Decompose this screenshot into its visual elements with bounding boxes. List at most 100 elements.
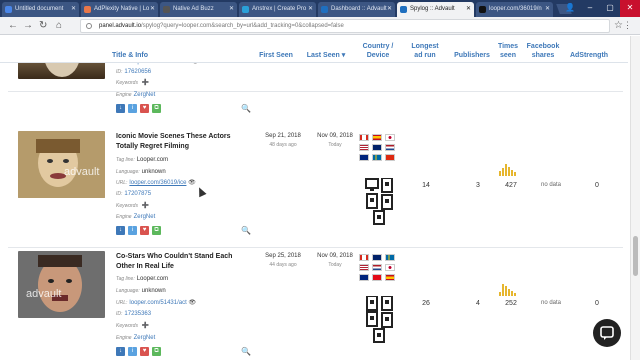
- id-label: ID:: [116, 69, 123, 75]
- longest-ad-run: 14: [422, 182, 430, 189]
- header-longest-ad-run[interactable]: Longest ad run: [407, 42, 443, 60]
- engine-value: ZergNet: [133, 214, 156, 220]
- engine-label: Engine: [116, 92, 132, 98]
- minimize-button[interactable]: –: [580, 0, 600, 17]
- ad-thumbnail-image: advault: [18, 131, 105, 198]
- ad-thumbnail[interactable]: advault: [18, 251, 105, 318]
- chat-icon: [600, 326, 614, 340]
- flag-australia-icon: [359, 274, 369, 281]
- site-info-icon[interactable]: [86, 23, 92, 29]
- country-flags: [359, 254, 399, 281]
- eye-icon[interactable]: 👁: [188, 300, 196, 306]
- last-seen-date: Nov 09, 2018: [317, 133, 353, 139]
- tab-native-ad-buzz[interactable]: Native Ad Buzz ✕: [160, 2, 237, 17]
- watermark-text: advault: [26, 288, 61, 300]
- add-circle-icon[interactable]: ➕: [142, 80, 149, 86]
- tab-close-icon[interactable]: ✕: [466, 2, 471, 17]
- ad-thumbnail-image: advault: [18, 251, 105, 318]
- copy-icon[interactable]: ⧉: [152, 226, 161, 235]
- tab-spylog-advault[interactable]: Spylog :: Advault ✕: [397, 2, 474, 17]
- zoom-icon[interactable]: 🔍: [241, 226, 251, 235]
- user-icon[interactable]: 👤: [560, 0, 580, 17]
- download-icon[interactable]: ↓: [116, 104, 125, 113]
- header-country-device[interactable]: Country / Device: [358, 42, 398, 60]
- ad-id-link[interactable]: 17235363: [124, 311, 151, 317]
- last-seen-cell: Nov 09, 2018 Today: [310, 252, 360, 270]
- tab-adplexity[interactable]: AdPlexity Native | Lo ✕: [81, 2, 158, 17]
- ad-url-link[interactable]: looper.com/51431/act: [129, 300, 186, 306]
- adplexity-icon: [84, 6, 91, 13]
- first-seen-cell: Sep 21, 2018 48 days ago: [258, 132, 308, 150]
- tab-untitled-document[interactable]: Untitled document ✕: [2, 2, 79, 17]
- header-adstrength[interactable]: AdStrength: [566, 51, 612, 60]
- header-last-seen-label: Last Seen: [306, 52, 340, 59]
- favorite-heart-icon[interactable]: ♥: [140, 226, 149, 235]
- tab-close-icon[interactable]: ✕: [545, 2, 550, 17]
- copy-icon[interactable]: ⧉: [152, 347, 161, 356]
- row-actions: ↓ i ♥ ⧉: [116, 347, 161, 356]
- header-title-info[interactable]: Title & Info: [112, 51, 148, 60]
- page-scrollbar[interactable]: [630, 36, 640, 360]
- add-circle-icon[interactable]: ➕: [142, 203, 149, 209]
- id-label: ID:: [116, 311, 123, 317]
- tab-looper[interactable]: looper.com/36019/n ✕: [476, 2, 553, 17]
- tab-close-icon[interactable]: ✕: [387, 2, 392, 17]
- back-arrow-icon[interactable]: ←: [8, 20, 18, 32]
- device-icons: [366, 296, 393, 343]
- info-icon[interactable]: i: [128, 104, 137, 113]
- header-facebook-shares[interactable]: Facebook shares: [522, 42, 564, 60]
- last-seen-date: Nov 09, 2018: [317, 253, 353, 259]
- tab-dashboard-advault[interactable]: Dashboard :: Advault ✕: [318, 2, 395, 17]
- zoom-icon[interactable]: 🔍: [241, 347, 251, 356]
- header-last-seen[interactable]: Last Seen ▾: [304, 51, 348, 60]
- flag-australia-icon: [359, 154, 369, 161]
- ad-thumbnail[interactable]: advault: [18, 131, 105, 198]
- header-publishers[interactable]: Publishers: [450, 51, 494, 60]
- flag-netherlands-icon: [372, 264, 382, 271]
- close-window-button[interactable]: ✕: [620, 0, 640, 17]
- row-actions: ↓ i ♥ ⧉: [116, 104, 161, 113]
- adstrength-value: 0: [595, 182, 599, 189]
- forward-arrow-icon[interactable]: →: [23, 20, 33, 32]
- favorite-heart-icon[interactable]: ♥: [140, 347, 149, 356]
- url-label: URL:: [116, 180, 128, 186]
- ad-id-link[interactable]: 17207875: [124, 191, 151, 197]
- header-times-seen[interactable]: Times seen: [494, 42, 522, 60]
- copy-icon[interactable]: ⧉: [152, 104, 161, 113]
- address-bar[interactable]: panel.advault.io/spylog?query=looper.com…: [80, 19, 610, 33]
- tab-close-icon[interactable]: ✕: [229, 2, 234, 17]
- info-icon[interactable]: i: [128, 226, 137, 235]
- info-icon[interactable]: i: [128, 347, 137, 356]
- zoom-icon[interactable]: 🔍: [241, 104, 251, 113]
- tab-close-icon[interactable]: ✕: [71, 2, 76, 17]
- eye-icon[interactable]: 👁: [188, 180, 196, 186]
- chat-button[interactable]: [593, 319, 621, 347]
- scrollbar-thumb[interactable]: [633, 236, 638, 276]
- language-label: Language:: [116, 169, 140, 175]
- language-line: Language: unknown: [116, 287, 166, 295]
- tab-anstrex[interactable]: Anstrex | Create Pro ✕: [239, 2, 316, 17]
- publishers-count: 4: [476, 300, 480, 307]
- ad-url-link[interactable]: looper.com/36019/ice: [129, 180, 186, 186]
- bookmark-star-icon[interactable]: ☆: [614, 20, 623, 32]
- adstrength-value: 0: [595, 300, 599, 307]
- download-icon[interactable]: ↓: [116, 347, 125, 356]
- tab-close-icon[interactable]: ✕: [308, 2, 313, 17]
- download-icon[interactable]: ↓: [116, 226, 125, 235]
- ad-id-link[interactable]: 17620656: [124, 69, 151, 75]
- ad-title[interactable]: Co-Stars Who Couldn't Stand Each Other I…: [116, 252, 241, 272]
- maximize-button[interactable]: ▢: [600, 0, 620, 17]
- address-toolbar: ← → ↻ ⌂ panel.advault.io/spylog?query=lo…: [0, 17, 640, 35]
- first-seen-cell: Sep 25, 2018 44 days ago: [258, 252, 308, 270]
- reload-icon[interactable]: ↻: [39, 20, 47, 32]
- home-icon[interactable]: ⌂: [56, 20, 62, 32]
- add-circle-icon[interactable]: ➕: [142, 323, 149, 329]
- tab-close-icon[interactable]: ✕: [150, 2, 155, 17]
- browser-menu-icon[interactable]: ⋮: [623, 20, 632, 31]
- window-controls: 👤 – ▢ ✕: [560, 0, 640, 17]
- country-flags: [359, 134, 399, 161]
- favorite-heart-icon[interactable]: ♥: [140, 104, 149, 113]
- ad-title[interactable]: Iconic Movie Scenes These Actors Totally…: [116, 132, 241, 152]
- header-first-seen[interactable]: First Seen: [256, 51, 296, 60]
- longest-ad-run: 26: [422, 300, 430, 307]
